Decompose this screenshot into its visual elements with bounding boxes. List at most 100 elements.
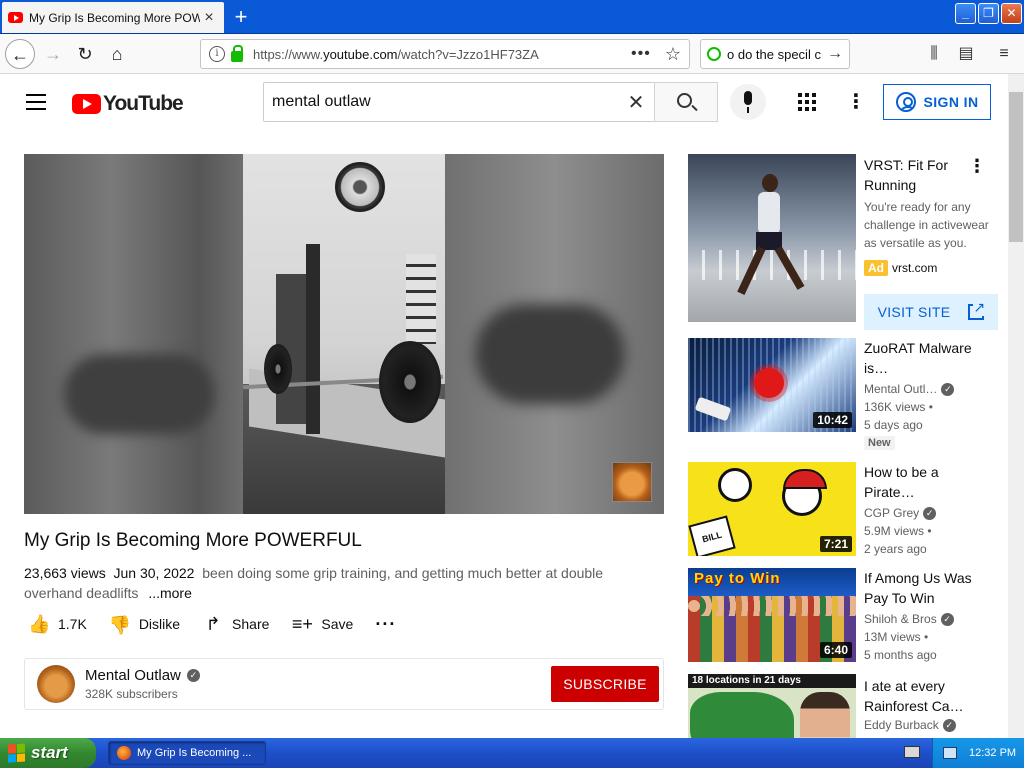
verified-check-icon: ✓ (940, 612, 954, 626)
save-label: Save (321, 616, 354, 632)
video-duration: 6:40 (819, 642, 852, 658)
verified-check-icon: ✓ (186, 669, 200, 682)
youtube-play-logo-icon (72, 94, 101, 114)
show-more-link[interactable]: ...more (148, 585, 192, 601)
lock-icon (231, 44, 243, 62)
youtube-logo[interactable]: YouTube (72, 92, 184, 116)
home-icon[interactable]: ⌂ (102, 39, 132, 69)
back-arrow-icon[interactable]: ← (5, 39, 35, 69)
recommendation-title[interactable]: I ate at every Rainforest Ca… (864, 676, 974, 716)
more-dots-icon: ··· (375, 613, 397, 634)
recommendation-item[interactable]: Pay to Win 6:40 If Among Us Was Pay To W… (688, 568, 1008, 668)
minimize-button[interactable]: _ (955, 3, 976, 24)
recommendation-age: 5 months ago (864, 648, 937, 662)
windows-taskbar: start My Grip Is Becoming ... 12:32 PM (0, 738, 1024, 768)
save-button[interactable]: ≡+ Save (291, 614, 353, 635)
settings-kebab-icon[interactable]: ⋮ (846, 90, 866, 114)
subscribe-button[interactable]: SUBSCRIBE (551, 666, 659, 702)
channel-watermark[interactable] (612, 462, 652, 502)
video-description[interactable]: 23,663 views Jun 30, 2022 been doing som… (24, 563, 624, 603)
ad-menu-kebab-icon[interactable]: ⋮ (968, 156, 986, 177)
tab-close-icon[interactable]: × (200, 9, 218, 27)
close-window-button[interactable]: ✕ (1001, 3, 1022, 24)
hamburger-menu-icon[interactable] (26, 94, 46, 110)
video-thumbnail[interactable]: BILL 7:21 (688, 462, 856, 556)
bookmark-star-icon[interactable]: ☆ (665, 44, 681, 65)
apps-grid-icon[interactable] (798, 93, 816, 111)
video-thumbnail[interactable]: 10:42 (688, 338, 856, 432)
start-button[interactable]: start (0, 738, 96, 768)
verified-check-icon: ✓ (942, 718, 956, 732)
search-query-text[interactable]: mental outlaw (272, 93, 618, 111)
recommendation-channel[interactable]: Mental Outl… ✓ (864, 382, 955, 396)
recommendation-title[interactable]: If Among Us Was Pay To Win (864, 568, 974, 608)
restore-button[interactable]: ❐ (978, 3, 999, 24)
recommendation-views: 5.9M views • (864, 524, 932, 538)
browser-search-text[interactable]: o do the specil c (727, 47, 823, 62)
youtube-search-input[interactable]: mental outlaw ✕ (263, 82, 655, 122)
firefox-icon (117, 746, 131, 760)
browser-nav-bar: ← → ↻ ⌂ i https://www.youtube.com/watch?… (0, 34, 1024, 74)
microphone-icon[interactable] (730, 84, 766, 120)
youtube-favicon-icon (8, 12, 23, 23)
magnifier-icon (677, 93, 692, 108)
recommendation-item[interactable]: 10:42 ZuoRAT Malware is… Mental Outl… ✓ 1… (688, 338, 1008, 458)
recommendation-age: 5 days ago (864, 418, 923, 432)
page-actions-icon[interactable]: ••• (631, 45, 651, 63)
url-bar[interactable]: i https://www.youtube.com/watch?v=Jzzo1H… (200, 39, 690, 69)
youtube-header: YouTube mental outlaw ✕ ⋮ SIGN IN (0, 74, 1008, 130)
share-arrow-icon: ↱ (205, 613, 221, 634)
external-link-icon (968, 299, 986, 320)
sign-in-button[interactable]: SIGN IN (883, 84, 991, 120)
scrollbar-thumb[interactable] (1009, 92, 1023, 242)
recommendation-channel[interactable]: Eddy Burback ✓ (864, 718, 956, 732)
video-thumbnail[interactable]: 18 locations in 21 days (688, 674, 856, 738)
channel-name[interactable]: Mental Outlaw (85, 667, 181, 684)
recommendation-item[interactable]: BILL 7:21 How to be a Pirate… CGP Grey ✓ … (688, 462, 1008, 562)
library-icon[interactable]: ⫼ (922, 42, 946, 66)
video-actions: 👍 1.7K 👍 Dislike ↱ Share ≡+ Save ··· (28, 612, 418, 636)
new-tab-button[interactable]: + (228, 4, 254, 30)
keyboard-icon[interactable] (904, 746, 920, 758)
share-button[interactable]: ↱ Share (202, 613, 270, 635)
channel-name-row[interactable]: Mental Outlaw ✓ (85, 667, 200, 684)
task-label: My Grip Is Becoming ... (137, 747, 252, 759)
site-info-icon[interactable]: i (209, 46, 225, 62)
more-actions-button[interactable]: ··· (375, 614, 396, 635)
recommendation-title[interactable]: How to be a Pirate… (864, 462, 974, 502)
new-badge: New (864, 436, 895, 450)
like-count: 1.7K (58, 616, 87, 632)
taskbar-firefox-window[interactable]: My Grip Is Becoming ... (108, 741, 266, 765)
browser-search-bar[interactable]: o do the specil c → (700, 39, 850, 69)
sidebar-toggle-icon[interactable]: ▤ (954, 42, 978, 66)
menu-icon[interactable]: ≡ (992, 42, 1016, 66)
visit-site-label: VISIT SITE (877, 304, 951, 320)
clear-search-icon[interactable]: ✕ (618, 90, 654, 115)
ad-info-line: Ad vrst.com (864, 260, 937, 276)
recommendation-channel[interactable]: CGP Grey ✓ (864, 506, 937, 520)
visit-site-button[interactable]: VISIT SITE (864, 294, 998, 330)
verified-check-icon: ✓ (941, 382, 955, 396)
clock[interactable]: 12:32 PM (969, 747, 1016, 759)
video-thumbnail[interactable]: Pay to Win 6:40 (688, 568, 856, 662)
recommendation-channel[interactable]: Shiloh & Bros ✓ (864, 612, 954, 626)
search-go-arrow-icon[interactable]: → (827, 45, 843, 63)
dislike-button[interactable]: 👍 Dislike (109, 614, 180, 635)
browser-tab-active[interactable]: My Grip Is Becoming More POWERFUL × (2, 2, 224, 33)
like-button[interactable]: 👍 1.7K (28, 614, 87, 635)
forward-arrow-icon[interactable]: → (38, 39, 68, 69)
youtube-search-button[interactable] (654, 82, 718, 122)
recommendation-title[interactable]: ZuoRAT Malware is… (864, 338, 974, 378)
network-icon[interactable] (943, 747, 957, 759)
reload-icon[interactable]: ↻ (70, 39, 100, 69)
channel-avatar[interactable] (37, 665, 75, 703)
ad-title[interactable]: VRST: Fit For Running (864, 155, 964, 195)
page-scrollbar[interactable] (1008, 74, 1024, 738)
thumbnail-text: BILL (688, 515, 736, 556)
recommendation-item[interactable]: 18 locations in 21 days I ate at every R… (688, 674, 1008, 738)
url-text[interactable]: https://www.youtube.com/watch?v=Jzzo1HF7… (253, 47, 631, 62)
channel-info: Mental Outlaw ✓ 328K subscribers SUBSCRI… (24, 658, 664, 710)
ad-thumbnail[interactable] (688, 154, 856, 322)
video-player[interactable] (24, 154, 664, 514)
system-tray: 12:32 PM (932, 738, 1024, 768)
